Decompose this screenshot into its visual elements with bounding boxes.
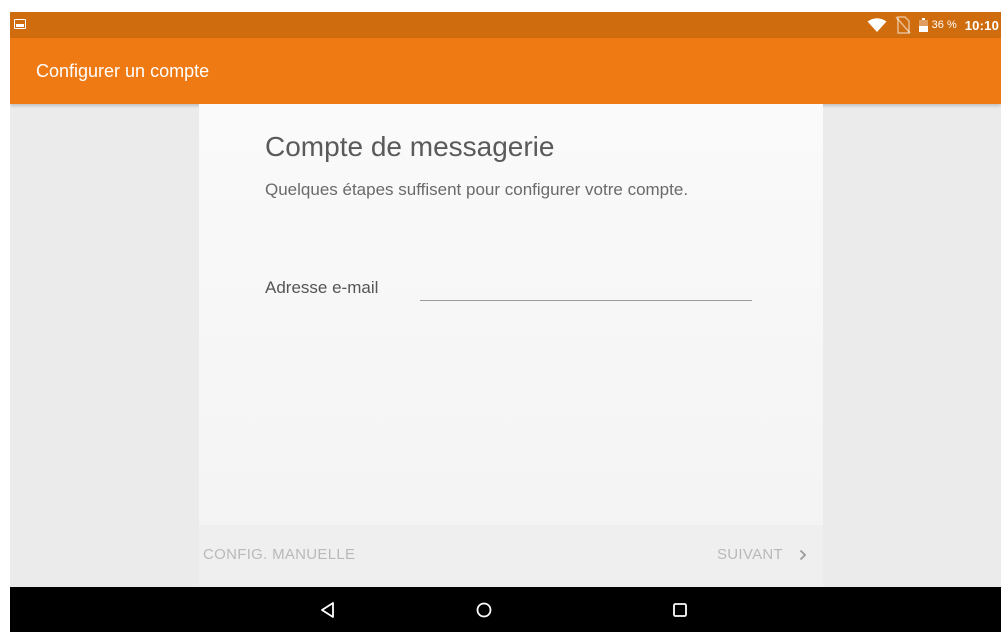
- home-icon[interactable]: [472, 598, 496, 622]
- no-sim-icon: [895, 16, 911, 34]
- battery-icon: [918, 18, 928, 32]
- back-icon[interactable]: [316, 598, 340, 622]
- wifi-icon: [867, 18, 887, 32]
- device-screen: 36 % 10:10 Configurer un compte Compte d…: [10, 12, 1001, 632]
- status-icons: 36 % 10:10: [867, 12, 1001, 38]
- battery-percent: 36 %: [931, 19, 957, 31]
- recents-icon[interactable]: [668, 598, 692, 622]
- next-button[interactable]: SUIVANT: [717, 546, 807, 563]
- manual-setup-button[interactable]: CONFIG. MANUELLE: [203, 546, 355, 563]
- email-label: Adresse e-mail: [265, 278, 379, 297]
- card-footer: CONFIG. MANUELLE SUIVANT: [199, 525, 823, 587]
- chevron-right-icon: [799, 549, 807, 560]
- setup-card: Compte de messagerie Quelques étapes suf…: [199, 104, 823, 587]
- status-bar: 36 % 10:10: [10, 12, 1001, 38]
- card-title: Compte de messagerie: [265, 131, 555, 162]
- email-field[interactable]: [420, 270, 752, 301]
- image-notification-icon: [14, 19, 26, 29]
- clock: 10:10: [964, 17, 999, 33]
- app-title: Configurer un compte: [36, 61, 210, 81]
- card-subtitle: Quelques étapes suffisent pour configure…: [265, 180, 689, 199]
- next-button-label: SUIVANT: [717, 546, 783, 563]
- navigation-bar: [10, 587, 1001, 632]
- app-bar: Configurer un compte: [10, 38, 1001, 104]
